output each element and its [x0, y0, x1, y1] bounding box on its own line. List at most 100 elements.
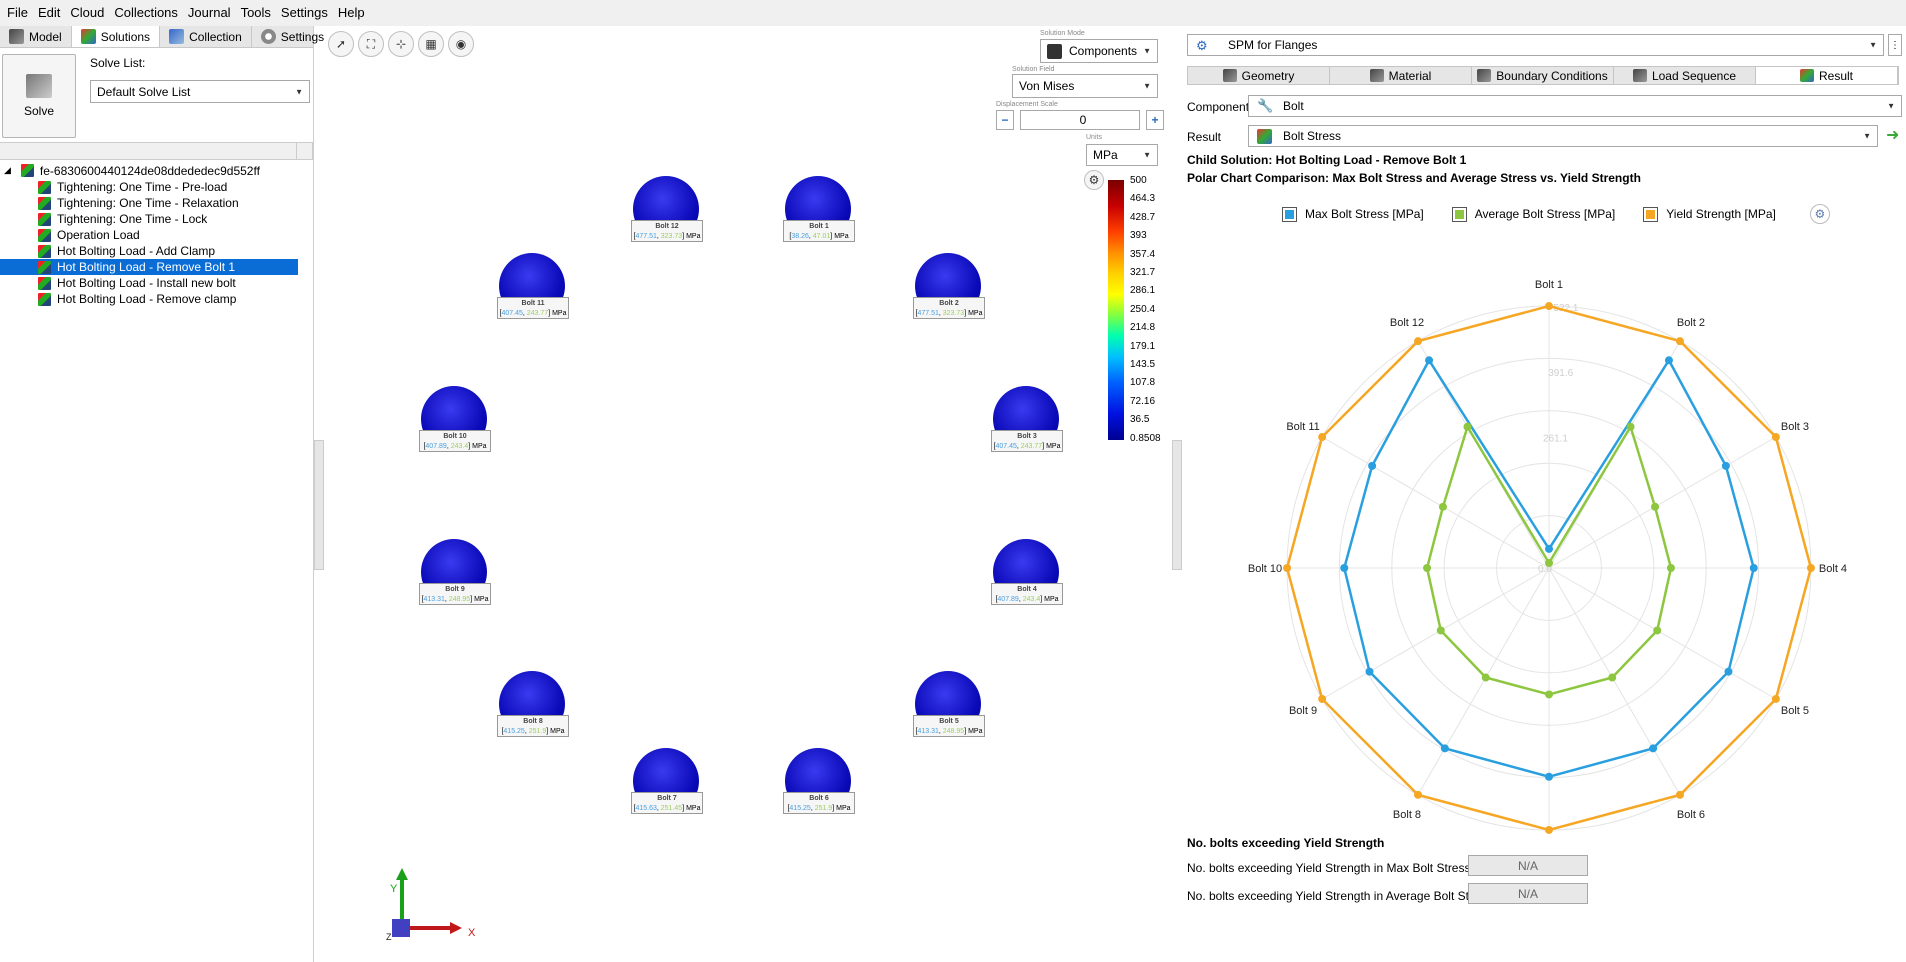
tree-item[interactable]: Tightening: One Time - Pre-load: [0, 179, 298, 195]
left-splitter-handle[interactable]: [314, 440, 324, 570]
series-point-2: [1318, 694, 1327, 703]
legend-value: 179.1: [1130, 340, 1156, 352]
menu-edit[interactable]: Edit: [33, 0, 65, 26]
tab-material[interactable]: Material: [1330, 67, 1472, 84]
more-options-button[interactable]: ⋮: [1888, 34, 1902, 56]
tree-item[interactable]: Tightening: One Time - Relaxation: [0, 195, 298, 211]
tab-collection[interactable]: Collection: [160, 26, 252, 47]
menu-cloud[interactable]: Cloud: [65, 0, 109, 26]
legend-swatch: [1643, 206, 1659, 222]
bolt-stress-icon: [1257, 129, 1272, 144]
chevron-down-icon: ▼: [1143, 150, 1151, 160]
bolt-values: [407.45, 243.77] MPa: [993, 443, 1061, 450]
solution-mode-select[interactable]: Components ▼: [1040, 39, 1158, 63]
settings-icon: [260, 29, 276, 44]
bolt-marker[interactable]: Bolt 9 [413.31, 248.95] MPa: [419, 539, 491, 609]
tree-root[interactable]: ◢ fe-6830600440124de08ddededec9d552ff: [0, 162, 313, 179]
tab-solutions[interactable]: Solutions: [71, 26, 161, 47]
bolt-marker[interactable]: Bolt 8 [415.25, 251.9] MPa: [497, 671, 569, 741]
units-select[interactable]: MPa ▼: [1086, 144, 1158, 166]
3d-viewport[interactable]: ➚ ⛶ ⊹ ▦ ◉ Solution Mode Components ▼ Sol…: [324, 26, 1172, 962]
solution-icon: [38, 196, 51, 210]
category-label: Bolt 11: [1286, 421, 1319, 433]
tree-item[interactable]: Hot Bolting Load - Install new bolt: [0, 275, 298, 291]
solution-field-select[interactable]: Von Mises ▼: [1012, 74, 1158, 98]
series-point-2: [1771, 433, 1780, 442]
solve-button[interactable]: Solve: [2, 54, 76, 138]
tree-item[interactable]: Operation Load: [0, 227, 298, 243]
select-cursor-icon[interactable]: ➚: [328, 31, 354, 57]
bolt-marker[interactable]: Bolt 5 [413.31, 248.95] MPa: [913, 671, 985, 741]
legend-item-yield[interactable]: Yield Strength [MPa]: [1643, 206, 1776, 222]
bolt-marker[interactable]: Bolt 11 [407.45, 243.77] MPa: [497, 253, 569, 323]
increase-scale-button[interactable]: +: [1146, 110, 1164, 130]
eye-icon[interactable]: ◉: [448, 31, 474, 57]
menu-collections[interactable]: Collections: [109, 0, 183, 26]
component-select[interactable]: 🔧 Bolt ▼: [1248, 95, 1902, 117]
tree-item[interactable]: Hot Bolting Load - Add Clamp: [0, 243, 298, 259]
tab-result[interactable]: Result: [1756, 67, 1898, 84]
series-point-1: [1545, 690, 1553, 699]
bolt-unit: MPa: [472, 443, 487, 450]
y-axis-label: Y: [390, 883, 398, 895]
tab-label: Collection: [189, 29, 242, 44]
legend-value: 250.4: [1130, 303, 1156, 315]
bolt-max-value: 407.89: [425, 443, 447, 450]
left-tabbar: Model Solutions Collection Settings: [0, 26, 335, 48]
legend-item-average[interactable]: Average Bolt Stress [MPa]: [1451, 206, 1615, 222]
menu-settings[interactable]: Settings: [276, 0, 333, 26]
result-select[interactable]: Bolt Stress ▼: [1248, 125, 1878, 147]
go-arrow-icon[interactable]: ➜: [1886, 125, 1899, 145]
displacement-scale-input[interactable]: 0: [1020, 110, 1140, 130]
series-point-2: [1675, 790, 1684, 799]
solve-list-select[interactable]: Default Solve List ▼: [90, 80, 310, 103]
displacement-scale-label: Displacement Scale: [996, 101, 1058, 108]
bolt-marker[interactable]: Bolt 10 [407.89, 243.4] MPa: [419, 386, 491, 456]
right-splitter-handle[interactable]: [1172, 440, 1182, 570]
app-select[interactable]: ⚙ SPM for Flanges ▼: [1187, 34, 1884, 56]
axes-view-icon[interactable]: ⊹: [388, 31, 414, 57]
tree-header: [0, 142, 313, 160]
bolt-marker[interactable]: Bolt 2 [477.51, 323.73] MPa: [913, 253, 985, 323]
menu-journal[interactable]: Journal: [183, 0, 236, 26]
solution-tree: ◢ fe-6830600440124de08ddededec9d552ff Ti…: [0, 160, 313, 307]
tree-item[interactable]: Tightening: One Time - Lock: [0, 211, 298, 227]
series-point-1: [1545, 558, 1553, 567]
bolt-marker[interactable]: Bolt 6 [415.25, 251.9] MPa: [783, 748, 855, 818]
result-label: Result: [1187, 130, 1222, 144]
menu-tools[interactable]: Tools: [236, 0, 276, 26]
bolt-marker[interactable]: Bolt 3 [407.45, 243.77] MPa: [991, 386, 1063, 456]
gear-icon[interactable]: ⚙: [1809, 204, 1830, 224]
legend-value: 36.5: [1130, 414, 1150, 426]
solution-icon: [38, 244, 51, 258]
series-point-1: [1423, 564, 1432, 572]
tab-settings[interactable]: Settings: [252, 26, 335, 47]
legend-item-max[interactable]: Max Bolt Stress [MPa]: [1282, 206, 1424, 222]
category-label: Bolt 8: [1393, 809, 1421, 821]
bolt-marker[interactable]: Bolt 4 [407.89, 243.4] MPa: [991, 539, 1063, 609]
series-point-2: [1806, 564, 1815, 572]
menu-file[interactable]: File: [2, 0, 33, 26]
category-label: Bolt 6: [1677, 809, 1705, 821]
bolt-marker[interactable]: Bolt 7 [415.63, 251.45] MPa: [631, 748, 703, 818]
tab-load-sequence[interactable]: Load Sequence: [1614, 67, 1756, 84]
layers-icon[interactable]: ▦: [418, 31, 444, 57]
tree-item[interactable]: Hot Bolting Load - Remove Bolt 1: [0, 259, 298, 275]
gear-icon[interactable]: ⚙: [1084, 170, 1104, 190]
decrease-scale-button[interactable]: −: [996, 110, 1014, 130]
tab-geometry[interactable]: Geometry: [1188, 67, 1330, 84]
collapse-arrow-icon[interactable]: ◢: [4, 165, 11, 176]
tab-boundary-conditions[interactable]: Boundary Conditions: [1472, 67, 1614, 84]
bolt-label: Bolt 2 [477.51, 323.73] MPa: [913, 297, 985, 319]
bolt-marker[interactable]: Bolt 1 [38.26, 47.01] MPa: [783, 176, 855, 246]
fit-view-icon[interactable]: ⛶: [358, 31, 384, 57]
menu-help[interactable]: Help: [333, 0, 370, 26]
tab-model[interactable]: Model: [0, 26, 72, 47]
series-point-0: [1425, 356, 1434, 365]
bolt-marker[interactable]: Bolt 12 [477.51, 323.73] MPa: [631, 176, 703, 246]
grid-spoke: [1321, 567, 1550, 700]
component-value: Bolt: [1283, 99, 1304, 113]
tree-item[interactable]: Hot Bolting Load - Remove clamp: [0, 291, 298, 307]
right-panel: ⚙ SPM for Flanges ▼ ⋮ Geometry Material …: [1182, 26, 1906, 962]
column-divider[interactable]: [296, 143, 297, 159]
